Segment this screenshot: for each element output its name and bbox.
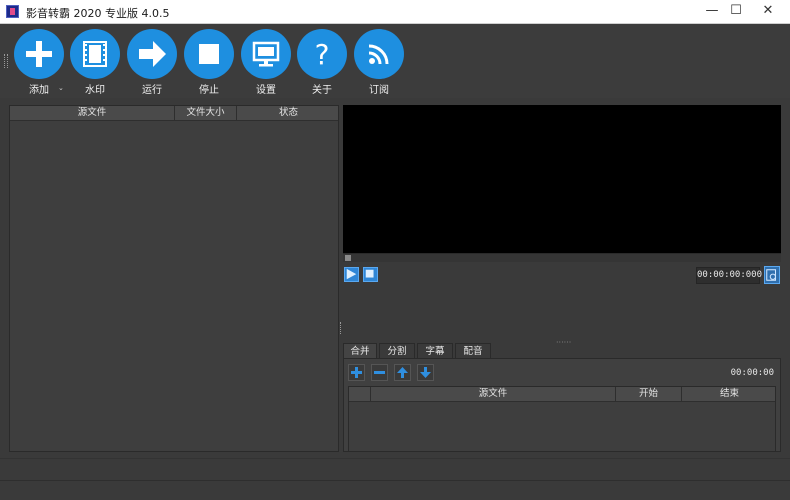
horizontal-splitter-grip[interactable]: ······ — [556, 338, 571, 347]
column-end[interactable]: 结束 — [682, 387, 777, 402]
column-source-file[interactable]: 源文件 — [10, 106, 175, 121]
stop-playback-button[interactable] — [363, 267, 378, 282]
stop-square-icon — [365, 269, 374, 278]
column-start[interactable]: 开始 — [616, 387, 682, 402]
vertical-splitter-grip[interactable] — [340, 322, 342, 334]
seek-thumb[interactable] — [345, 255, 351, 261]
tab-merge[interactable]: 合并 — [343, 343, 377, 359]
about-button[interactable]: ? 关于 — [295, 28, 349, 96]
divider — [0, 458, 790, 459]
run-button[interactable]: 运行 — [125, 28, 179, 96]
arrow-down-icon — [420, 367, 431, 378]
settings-button[interactable]: 设置 — [239, 28, 293, 96]
stop-label: 停止 — [199, 85, 219, 96]
about-label: 关于 — [312, 85, 332, 96]
merge-list-header: 源文件 开始 结束 — [349, 387, 775, 402]
stop-icon — [184, 29, 234, 79]
column-index[interactable] — [349, 387, 371, 402]
play-button[interactable] — [344, 267, 359, 282]
add-dropdown-arrow[interactable]: ⌄ — [58, 84, 64, 92]
merge-file-list[interactable]: 源文件 开始 结束 — [348, 386, 776, 452]
merge-total-time: 00:00:00 — [730, 368, 774, 378]
rss-icon — [354, 29, 404, 79]
toolbar-grip[interactable] — [4, 54, 8, 68]
monitor-icon — [241, 29, 291, 79]
column-file-size[interactable]: 文件大小 — [175, 106, 237, 121]
tab-split[interactable]: 分割 — [379, 343, 415, 359]
column-source-file[interactable]: 源文件 — [371, 387, 616, 402]
maximize-button[interactable]: ☐ — [720, 0, 752, 24]
tab-dubbing[interactable]: 配音 — [455, 343, 491, 359]
plus-icon — [351, 367, 362, 378]
status-bar — [0, 480, 790, 500]
watermark-button[interactable]: 水印 — [68, 28, 122, 96]
title-bar: 影音转霸 2020 专业版 4.0.5 — ☐ ✕ — [0, 0, 790, 24]
playback-time: 00:00:00:000 — [696, 267, 762, 284]
subscribe-button[interactable]: 订阅 — [352, 28, 406, 96]
merge-panel: 00:00:00 源文件 开始 结束 — [343, 358, 781, 452]
app-logo-icon — [6, 5, 19, 18]
merge-move-up-button[interactable] — [394, 364, 411, 381]
subscribe-label: 订阅 — [369, 85, 389, 96]
snapshot-button[interactable] — [764, 266, 780, 284]
main-toolbar: 添加 ⌄ 水印 运行 停止 设置 ? 关于 订阅 — [0, 24, 790, 98]
column-status[interactable]: 状态 — [237, 106, 340, 121]
play-icon — [346, 268, 357, 280]
close-button[interactable]: ✕ — [752, 0, 784, 24]
video-preview — [343, 105, 781, 253]
arrow-up-icon — [397, 367, 408, 378]
svg-text:?: ? — [315, 38, 330, 71]
snapshot-icon — [766, 269, 777, 281]
run-label: 运行 — [142, 85, 162, 96]
watermark-label: 水印 — [85, 85, 105, 96]
settings-label: 设置 — [256, 85, 276, 96]
stop-button[interactable]: 停止 — [182, 28, 236, 96]
file-list-header: 源文件 文件大小 状态 — [10, 106, 338, 121]
question-icon: ? — [297, 29, 347, 79]
plus-icon — [14, 29, 64, 79]
window-title: 影音转霸 2020 专业版 4.0.5 — [26, 7, 170, 20]
merge-move-down-button[interactable] — [417, 364, 434, 381]
file-list-panel[interactable]: 源文件 文件大小 状态 — [9, 105, 339, 452]
tab-subtitle[interactable]: 字幕 — [417, 343, 453, 359]
merge-add-button[interactable] — [348, 364, 365, 381]
merge-remove-button[interactable] — [371, 364, 388, 381]
film-icon — [70, 29, 120, 79]
arrow-right-icon — [127, 29, 177, 79]
minus-icon — [374, 371, 385, 374]
seek-bar[interactable] — [343, 253, 781, 262]
